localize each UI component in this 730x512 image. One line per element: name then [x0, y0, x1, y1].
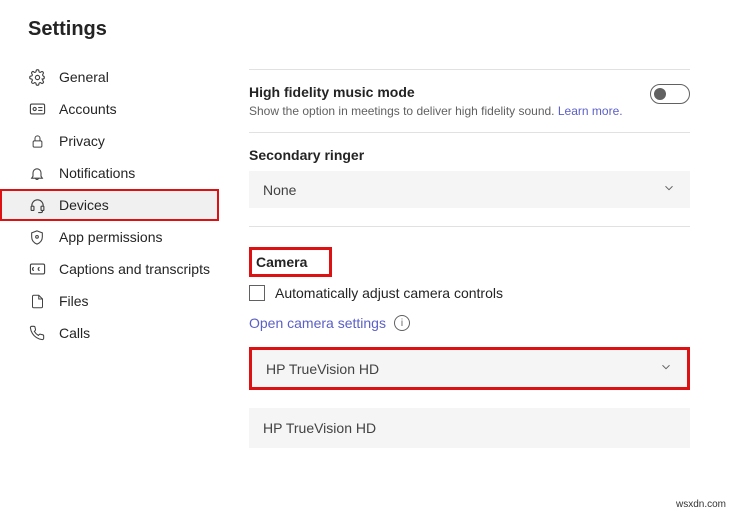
hifi-desc: Show the option in meetings to deliver h…: [249, 104, 623, 118]
captions-icon: [28, 260, 46, 278]
divider: [249, 132, 690, 133]
auto-adjust-label: Automatically adjust camera controls: [275, 285, 503, 301]
headset-icon: [28, 196, 46, 214]
lock-icon: [28, 132, 46, 150]
file-icon: [28, 292, 46, 310]
ringer-title: Secondary ringer: [249, 147, 690, 163]
bell-icon: [28, 164, 46, 182]
phone-icon: [28, 324, 46, 342]
camera-select-value: HP TrueVision HD: [266, 361, 379, 377]
camera-option[interactable]: HP TrueVision HD: [249, 408, 690, 448]
ringer-select[interactable]: None: [249, 171, 690, 208]
info-icon[interactable]: i: [394, 315, 410, 331]
sidebar-item-label: Accounts: [59, 101, 117, 117]
open-camera-settings-link[interactable]: Open camera settings: [249, 315, 386, 331]
sidebar-item-general[interactable]: General: [0, 61, 219, 93]
sidebar-item-label: Captions and transcripts: [59, 261, 210, 277]
chevron-down-icon: [659, 360, 673, 377]
watermark: wsxdn.com: [676, 499, 726, 510]
sidebar-item-devices[interactable]: Devices: [0, 189, 219, 221]
hifi-toggle[interactable]: [650, 84, 690, 104]
sidebar-item-app-permissions[interactable]: App permissions: [0, 221, 219, 253]
sidebar-item-label: Notifications: [59, 165, 135, 181]
sidebar-item-label: Files: [59, 293, 89, 309]
divider: [249, 69, 690, 70]
sidebar-item-label: Privacy: [59, 133, 105, 149]
hifi-desc-text: Show the option in meetings to deliver h…: [249, 104, 555, 118]
page-title: Settings: [0, 0, 730, 41]
shield-icon: [28, 228, 46, 246]
id-card-icon: [28, 100, 46, 118]
auto-adjust-checkbox[interactable]: [249, 285, 265, 301]
gear-icon: [28, 68, 46, 86]
sidebar-item-calls[interactable]: Calls: [0, 317, 219, 349]
sidebar-item-privacy[interactable]: Privacy: [0, 125, 219, 157]
sidebar-item-label: App permissions: [59, 229, 163, 245]
ringer-value: None: [263, 182, 296, 198]
content-pane: High fidelity music mode Show the option…: [219, 55, 730, 448]
camera-title: Camera: [256, 254, 307, 270]
camera-select[interactable]: HP TrueVision HD: [252, 350, 687, 387]
sidebar-item-notifications[interactable]: Notifications: [0, 157, 219, 189]
sidebar-item-files[interactable]: Files: [0, 285, 219, 317]
sidebar-item-label: General: [59, 69, 109, 85]
learn-more-link[interactable]: Learn more.: [558, 104, 623, 118]
sidebar: General Accounts Privacy Notifications: [0, 55, 219, 448]
sidebar-item-accounts[interactable]: Accounts: [0, 93, 219, 125]
sidebar-item-label: Devices: [59, 197, 109, 213]
hifi-title: High fidelity music mode: [249, 84, 623, 100]
sidebar-item-label: Calls: [59, 325, 90, 341]
chevron-down-icon: [662, 181, 676, 198]
sidebar-item-captions[interactable]: Captions and transcripts: [0, 253, 219, 285]
divider: [249, 226, 690, 227]
